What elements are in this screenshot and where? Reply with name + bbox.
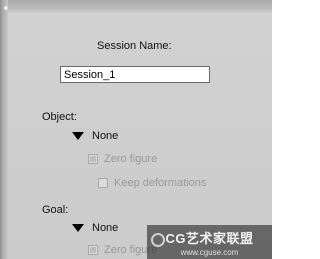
- object-zero-figure-row[interactable]: Zero figure: [88, 153, 157, 165]
- goal-label: Goal:: [42, 204, 69, 216]
- watermark-title: CG艺术家联盟: [165, 230, 254, 246]
- panel-top-border: [0, 0, 272, 13]
- session-name-input[interactable]: [60, 66, 210, 83]
- keep-deformations-row[interactable]: Keep deformations: [98, 177, 206, 189]
- keep-deformations-checkbox[interactable]: [98, 178, 108, 188]
- disclosure-triangle-icon: [72, 132, 84, 140]
- goal-dropdown[interactable]: None: [72, 222, 118, 234]
- watermark-url: www.cguse.com: [180, 247, 239, 257]
- object-label: Object:: [42, 111, 77, 123]
- site-watermark: CG艺术家联盟 www.cguse.com: [147, 225, 272, 259]
- object-zero-figure-checkbox[interactable]: [88, 154, 98, 164]
- object-dropdown-value: None: [92, 130, 119, 142]
- corner-indicator: [4, 6, 8, 10]
- session-name-label: Session Name:: [97, 40, 172, 52]
- disclosure-triangle-icon: [72, 224, 84, 232]
- watermark-logo-icon: [151, 233, 165, 247]
- object-dropdown[interactable]: None: [72, 130, 118, 142]
- session-panel: Session Name: Object: None Zero figure K…: [0, 0, 272, 259]
- goal-zero-figure-checkbox[interactable]: [88, 245, 98, 255]
- object-zero-figure-label: Zero figure: [104, 153, 158, 165]
- goal-dropdown-value: None: [92, 222, 119, 234]
- keep-deformations-label: Keep deformations: [114, 177, 207, 189]
- panel-left-border: [0, 0, 8, 259]
